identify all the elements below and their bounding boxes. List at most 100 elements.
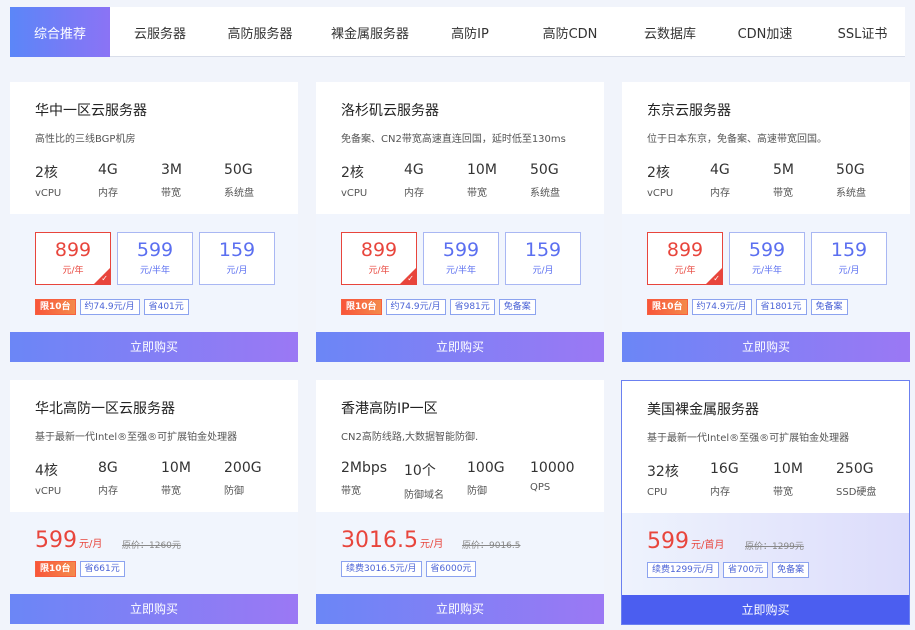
option-price: 159 bbox=[218, 239, 256, 261]
limit-badge: 限10台 bbox=[35, 561, 76, 577]
option-yearly[interactable]: 899 元/年 ✓ bbox=[647, 232, 723, 285]
tab-cdn-acceleration[interactable]: CDN加速 bbox=[710, 7, 820, 57]
saving-tag: 省6000元 bbox=[425, 561, 477, 577]
spec-memory-label: 内存 bbox=[710, 188, 730, 199]
spec-disk-value: 50G bbox=[224, 162, 253, 178]
price-unit: 元/月 bbox=[79, 539, 103, 550]
saving-tag: 省700元 bbox=[722, 562, 769, 578]
price-area: 899 元/年 ✓ 599 元/半年 159 元/月 限10台 约74.9元/月… bbox=[622, 214, 910, 332]
spec-memory-value: 4G bbox=[404, 162, 424, 178]
original-price: 原价：9016.5 bbox=[462, 541, 521, 551]
saving-tag: 省401元 bbox=[143, 299, 189, 315]
tab-ddos-cdn[interactable]: 高防CDN bbox=[510, 7, 630, 57]
option-monthly[interactable]: 159 元/月 bbox=[199, 232, 275, 285]
option-half-year[interactable]: 599 元/半年 bbox=[729, 232, 805, 285]
price-area: 899 元/年 ✓ 599 元/半年 159 元/月 限10台 约74.9元/月… bbox=[316, 214, 604, 332]
spec-disk-label: 系统盘 bbox=[224, 188, 254, 199]
card-title: 华中一区云服务器 bbox=[35, 103, 147, 119]
option-price: 159 bbox=[830, 239, 868, 261]
spec-bandwidth-label: 带宽 bbox=[773, 188, 793, 199]
option-price: 899 bbox=[360, 239, 398, 261]
card-title: 东京云服务器 bbox=[647, 103, 731, 119]
tag-list: 限10台 约74.9元/月 省981元 免备案 bbox=[341, 299, 536, 315]
spec-memory-label: 内存 bbox=[404, 188, 424, 199]
spec-bandwidth-label: 带宽 bbox=[341, 486, 361, 497]
buy-button[interactable]: 立即购买 bbox=[10, 332, 298, 362]
limit-badge: 限10台 bbox=[647, 299, 688, 315]
price-area: 3016.5 元/月 原价：9016.5 续费3016.5元/月 省6000元 bbox=[316, 512, 604, 594]
option-yearly[interactable]: 899 元/年 ✓ bbox=[35, 232, 111, 285]
buy-button[interactable]: 立即购买 bbox=[622, 332, 910, 362]
buy-button[interactable]: 立即购买 bbox=[316, 332, 604, 362]
option-half-year[interactable]: 599 元/半年 bbox=[423, 232, 499, 285]
spec-qps-value: 10000 bbox=[530, 460, 575, 476]
spec-bandwidth-value: 5M bbox=[773, 162, 794, 178]
tab-cloud-server[interactable]: 云服务器 bbox=[110, 7, 210, 57]
spec-disk-label: 系统盘 bbox=[530, 188, 560, 199]
spec-bandwidth-label: 带宽 bbox=[161, 486, 181, 497]
check-icon: ✓ bbox=[101, 274, 108, 283]
spec-bandwidth-label: 带宽 bbox=[467, 188, 487, 199]
spec-bandwidth-value: 10M bbox=[773, 461, 803, 477]
option-price: 899 bbox=[666, 239, 704, 261]
spec-cpu-value: 4核 bbox=[35, 463, 58, 479]
spec-bandwidth-label: 带宽 bbox=[161, 188, 181, 199]
option-unit: 元/半年 bbox=[751, 266, 783, 276]
price-value: 3016.5 bbox=[341, 528, 418, 553]
card-title: 华北高防一区云服务器 bbox=[35, 401, 175, 417]
card-description: 高性比的三线BGP机房 bbox=[35, 134, 136, 145]
tab-ddos-ip[interactable]: 高防IP bbox=[430, 7, 510, 57]
price-area: 899 元/年 ✓ 599 元/半年 159 元/月 限10台 约74.9元/月… bbox=[10, 214, 298, 332]
option-price: 159 bbox=[524, 239, 562, 261]
spec-memory-label: 内存 bbox=[98, 188, 118, 199]
card-title: 洛杉矶云服务器 bbox=[341, 103, 439, 119]
buy-button[interactable]: 立即购买 bbox=[10, 594, 298, 624]
spec-defense-label: 防御 bbox=[467, 486, 487, 497]
option-price: 899 bbox=[54, 239, 92, 261]
spec-bandwidth-label: 带宽 bbox=[773, 487, 793, 498]
option-monthly[interactable]: 159 元/月 bbox=[505, 232, 581, 285]
spec-disk-label: 系统盘 bbox=[836, 188, 866, 199]
spec-disk-value: 50G bbox=[836, 162, 865, 178]
option-unit: 元/月 bbox=[838, 266, 860, 276]
tag-list: 续费1299元/月 省700元 免备案 bbox=[647, 562, 810, 578]
buy-button[interactable]: 立即购买 bbox=[316, 594, 604, 624]
no-filing-tag: 免备案 bbox=[810, 299, 848, 315]
spec-cpu-value: 32核 bbox=[647, 464, 679, 480]
tab-ssl-certificate[interactable]: SSL证书 bbox=[820, 7, 905, 57]
spec-cpu-value: 2核 bbox=[35, 165, 58, 181]
spec-memory-value: 16G bbox=[710, 461, 739, 477]
spec-memory-value: 4G bbox=[710, 162, 730, 178]
buy-button[interactable]: 立即购买 bbox=[622, 595, 909, 624]
option-unit: 元/月 bbox=[532, 266, 554, 276]
option-unit: 元/半年 bbox=[139, 266, 171, 276]
tab-recommended[interactable]: 综合推荐 bbox=[10, 7, 110, 57]
saving-tag: 省661元 bbox=[79, 561, 125, 577]
original-price: 原价：1260元 bbox=[122, 541, 181, 551]
tab-cloud-database[interactable]: 云数据库 bbox=[630, 7, 710, 57]
no-filing-tag: 免备案 bbox=[772, 562, 810, 578]
option-yearly[interactable]: 899 元/年 ✓ bbox=[341, 232, 417, 285]
tag-list: 限10台 省661元 bbox=[35, 561, 125, 577]
limit-badge: 限10台 bbox=[341, 299, 382, 315]
spec-cpu-label: vCPU bbox=[647, 188, 674, 199]
tab-bare-metal[interactable]: 裸金属服务器 bbox=[310, 7, 430, 57]
spec-cpu-label: vCPU bbox=[35, 188, 62, 199]
spec-domains-value: 10个 bbox=[404, 463, 436, 479]
spec-disk-value: 50G bbox=[530, 162, 559, 178]
spec-cpu-value: 2核 bbox=[341, 165, 364, 181]
spec-disk-label: SSD硬盘 bbox=[836, 487, 877, 498]
card-description: 位于日本东京，免备案、高速带宽回国。 bbox=[647, 134, 827, 145]
price-area: 599 元/首月 原价：1299元 续费1299元/月 省700元 免备案 bbox=[622, 513, 909, 595]
spec-memory-label: 内存 bbox=[98, 486, 118, 497]
card-description: 免备案、CN2带宽高速直连回国，延时低至130ms bbox=[341, 134, 566, 145]
product-card-tokyo: 东京云服务器 位于日本东京，免备案、高速带宽回国。 2核 vCPU 4G 内存 5M… bbox=[622, 82, 910, 362]
tab-ddos-server[interactable]: 高防服务器 bbox=[210, 7, 310, 57]
spec-cpu-label: CPU bbox=[647, 487, 668, 498]
option-monthly[interactable]: 159 元/月 bbox=[811, 232, 887, 285]
option-price: 599 bbox=[748, 239, 786, 261]
spec-memory-label: 内存 bbox=[710, 487, 730, 498]
option-half-year[interactable]: 599 元/半年 bbox=[117, 232, 193, 285]
renewal-tag: 续费3016.5元/月 bbox=[341, 561, 422, 577]
price-display: 599 元/月 bbox=[35, 528, 102, 553]
